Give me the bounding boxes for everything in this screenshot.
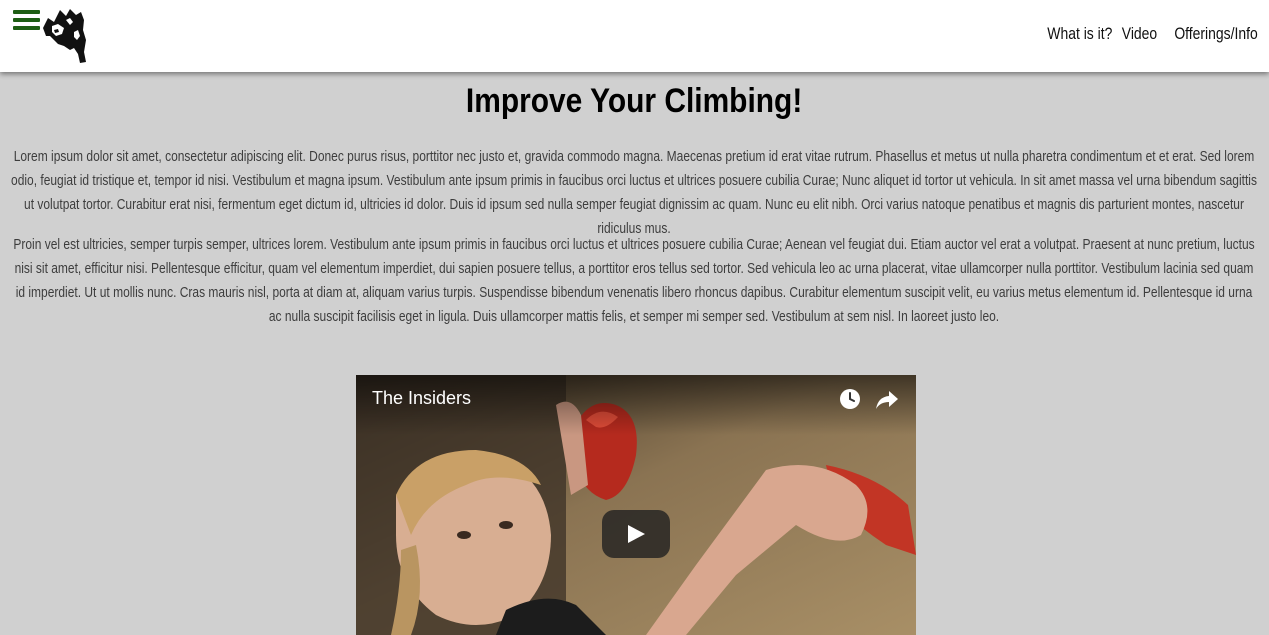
- nav-link-offerings-info[interactable]: Offerings/Info: [1175, 24, 1258, 44]
- site-header: What is it? Video Offerings/Info: [0, 0, 1269, 72]
- nav-link-video[interactable]: Video: [1122, 24, 1157, 44]
- nav-link-what-is-it[interactable]: What is it?: [1047, 24, 1112, 44]
- play-icon: [628, 525, 645, 543]
- intro-paragraph-2: Proin vel est ultricies, semper turpis s…: [0, 233, 1269, 329]
- paragraph-1-text: Lorem ipsum dolor sit amet, consectetur …: [11, 148, 1257, 237]
- climber-logo-icon[interactable]: [40, 6, 88, 64]
- page-title-text: Improve Your Climbing!: [466, 82, 803, 120]
- clock-icon[interactable]: [839, 388, 861, 410]
- play-button[interactable]: [602, 510, 670, 558]
- paragraph-2-text: Proin vel est ultricies, semper turpis s…: [13, 236, 1255, 325]
- page-title: Improve Your Climbing!: [0, 82, 1269, 121]
- video-title[interactable]: The Insiders: [372, 388, 471, 409]
- hamburger-menu-icon[interactable]: [13, 10, 40, 32]
- intro-paragraph-1: Lorem ipsum dolor sit amet, consectetur …: [0, 145, 1269, 241]
- share-arrow-icon[interactable]: [875, 389, 899, 411]
- main-nav: What is it? Video Offerings/Info: [1033, 24, 1258, 44]
- embedded-video-player[interactable]: The Insiders: [356, 375, 916, 635]
